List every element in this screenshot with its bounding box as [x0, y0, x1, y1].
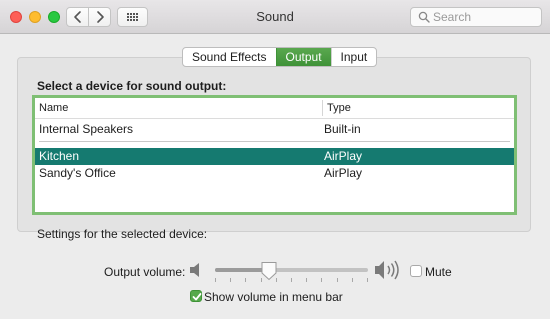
table-row-selected[interactable]: Kitchen AirPlay — [35, 148, 514, 165]
volume-tick — [321, 278, 322, 282]
volume-tick — [291, 278, 292, 282]
device-name: Kitchen — [39, 149, 80, 163]
title-bar: Sound — [0, 0, 550, 34]
volume-tick — [352, 278, 353, 282]
device-table[interactable]: Name Type Internal Speakers Built-in Kit… — [32, 95, 517, 215]
mute-label: Mute — [425, 265, 452, 279]
tab-sound-effects[interactable]: Sound Effects — [183, 48, 275, 66]
table-header: Name Type — [35, 98, 514, 119]
output-volume-label: Output volume: — [104, 265, 186, 279]
tab-input[interactable]: Input — [330, 48, 377, 66]
search-icon — [418, 11, 430, 23]
device-name: Internal Speakers — [39, 122, 134, 136]
volume-tick — [367, 278, 368, 282]
speaker-high-icon — [375, 260, 399, 280]
device-name: Sandy's Office — [39, 166, 116, 180]
device-settings-label: Settings for the selected device: — [37, 227, 208, 241]
tab-output[interactable]: Output — [275, 48, 331, 66]
device-list-heading: Select a device for sound output: — [37, 79, 227, 93]
mute-checkbox[interactable] — [410, 265, 422, 277]
volume-tick — [215, 278, 216, 282]
search-field[interactable] — [410, 7, 542, 27]
search-input[interactable] — [433, 10, 537, 24]
tab-bar: Sound Effects Output Input — [182, 47, 378, 67]
device-type: Built-in — [324, 122, 361, 136]
volume-slider-ticks — [215, 278, 368, 283]
volume-tick — [230, 278, 231, 282]
show-volume-checkbox[interactable] — [190, 290, 202, 302]
volume-tick — [306, 278, 307, 282]
volume-slider-knob[interactable] — [260, 261, 278, 281]
show-volume-label: Show volume in menu bar — [204, 290, 343, 304]
table-row[interactable]: Sandy's Office AirPlay — [35, 165, 514, 182]
volume-tick — [337, 278, 338, 282]
row-divider — [39, 141, 510, 142]
device-type: AirPlay — [324, 166, 363, 180]
column-divider[interactable] — [322, 100, 323, 116]
checkmark-icon — [192, 293, 202, 301]
volume-tick — [245, 278, 246, 282]
speaker-low-icon — [190, 263, 199, 277]
table-row[interactable]: Internal Speakers Built-in — [35, 121, 514, 138]
volume-slider-track[interactable] — [215, 268, 368, 272]
column-header-type[interactable]: Type — [327, 102, 351, 114]
device-type: AirPlay — [324, 149, 363, 163]
column-header-name[interactable]: Name — [39, 102, 68, 114]
